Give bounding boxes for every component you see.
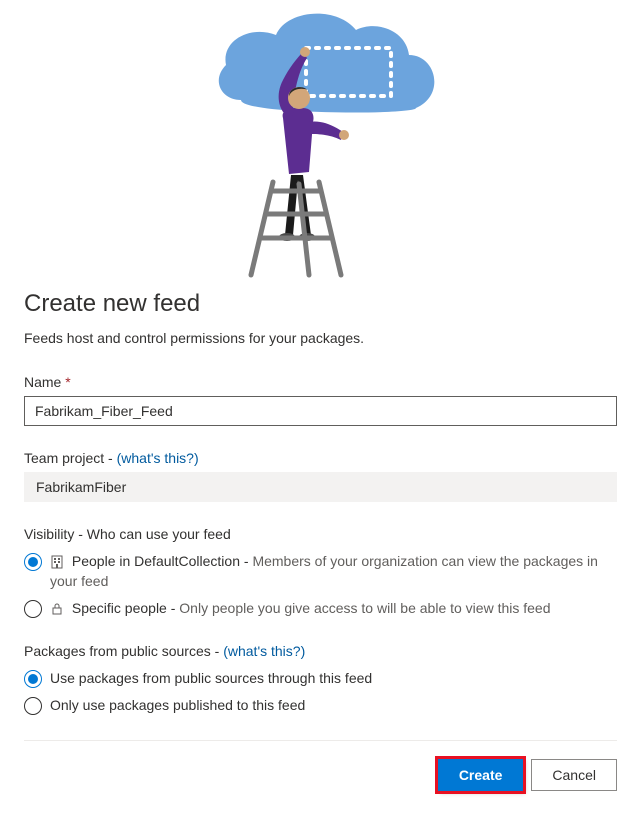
lock-icon (50, 602, 64, 616)
team-project-help-link[interactable]: (what's this?) (117, 450, 199, 466)
public-sources-label: Packages from public sources - (what's t… (24, 643, 617, 659)
cancel-button[interactable]: Cancel (531, 759, 617, 791)
button-row: Create Cancel (24, 759, 617, 791)
team-project-value: FabrikamFiber (24, 472, 617, 502)
option-title: Use packages from public sources through… (50, 670, 372, 686)
create-button[interactable]: Create (438, 759, 524, 791)
name-label: Name * (24, 374, 617, 390)
visibility-option-org[interactable]: People in DefaultCollection - Members of… (24, 552, 617, 591)
visibility-option-specific[interactable]: Specific people - Only people you give a… (24, 599, 617, 619)
visibility-label: Visibility - Who can use your feed (24, 526, 617, 542)
visibility-section: Visibility - Who can use your feed Peopl… (24, 526, 617, 619)
cloud-illustration (24, 0, 617, 280)
visibility-option-title: Specific people - (72, 600, 176, 616)
public-sources-help-link[interactable]: (what's this?) (223, 643, 305, 659)
public-sources-option-only[interactable]: Only use packages published to this feed (24, 696, 617, 716)
radio-input[interactable] (24, 697, 42, 715)
name-label-text: Name (24, 374, 61, 390)
name-input[interactable] (24, 396, 617, 426)
page-subtitle: Feeds host and control permissions for y… (24, 330, 617, 346)
page-title: Create new feed (24, 290, 617, 318)
divider (24, 740, 617, 741)
public-sources-section: Packages from public sources - (what's t… (24, 643, 617, 716)
visibility-option-desc: Only people you give access to will be a… (179, 600, 550, 616)
radio-input[interactable] (24, 553, 42, 571)
radio-input[interactable] (24, 670, 42, 688)
org-icon (50, 555, 64, 569)
visibility-option-title: People in DefaultCollection - (72, 553, 249, 569)
name-field: Name * (24, 374, 617, 426)
team-project-field: Team project - (what's this?) FabrikamFi… (24, 450, 617, 502)
option-title: Only use packages published to this feed (50, 697, 305, 713)
public-sources-option-use[interactable]: Use packages from public sources through… (24, 669, 617, 689)
public-sources-label-text: Packages from public sources - (24, 643, 219, 659)
team-project-label-text: Team project - (24, 450, 113, 466)
team-project-label: Team project - (what's this?) (24, 450, 617, 466)
radio-input[interactable] (24, 600, 42, 618)
required-marker: * (65, 374, 70, 390)
